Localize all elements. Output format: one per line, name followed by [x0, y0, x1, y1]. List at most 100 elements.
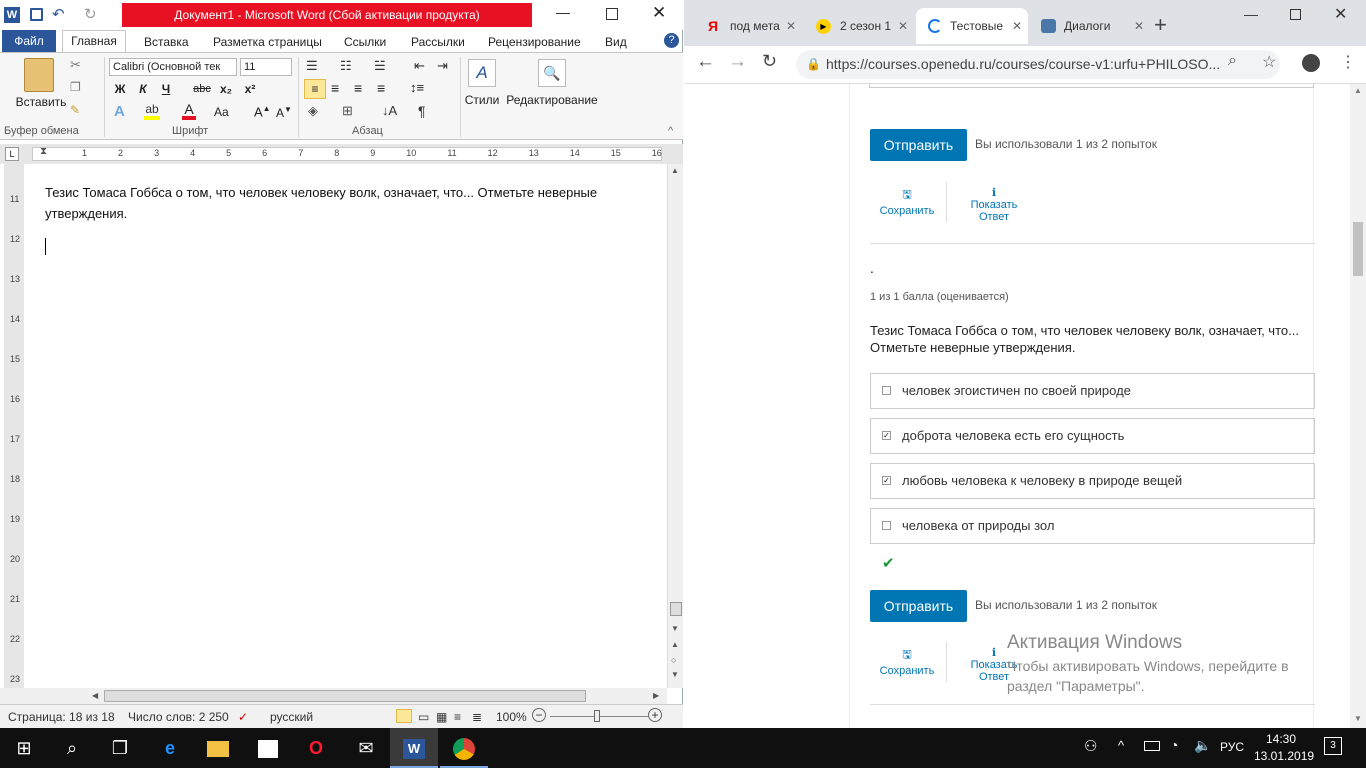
answer-option[interactable]: человек эгоистичен по своей природе — [870, 373, 1315, 409]
clock-date[interactable]: 13.01.2019 — [1254, 749, 1314, 763]
tab-view[interactable]: Вид — [597, 32, 635, 52]
sort-icon[interactable]: ↓A — [382, 103, 397, 118]
forward-icon[interactable]: → — [728, 51, 747, 73]
zoom-out-icon[interactable]: − — [532, 708, 546, 722]
checkbox-checked[interactable]: ✓ — [882, 476, 891, 485]
increase-indent-icon[interactable]: ⇥ — [437, 58, 448, 74]
align-center-icon[interactable]: ≡ — [331, 80, 339, 96]
prev-page-icon[interactable]: ▲ — [671, 640, 679, 649]
answer-option[interactable]: ✓ любовь человека к человеку в природе в… — [870, 463, 1315, 499]
highlight-icon[interactable]: ab — [144, 102, 160, 120]
notification-icon[interactable]: 3 — [1324, 737, 1342, 755]
close-icon[interactable]: ✕ — [1334, 4, 1347, 24]
browse-object-icon[interactable]: ○ — [671, 655, 676, 665]
styles-icon[interactable]: A — [468, 59, 496, 87]
battery-icon[interactable] — [1144, 741, 1160, 751]
checkbox-checked[interactable]: ✓ — [882, 431, 891, 440]
close-tab-icon[interactable]: ✕ — [786, 8, 796, 44]
close-tab-icon[interactable]: ✕ — [1134, 8, 1144, 44]
horizontal-scrollbar[interactable]: ◀ ▶ — [0, 688, 667, 704]
address-bar[interactable]: 🔒 https://courses.openedu.ru/courses/cou… — [796, 50, 1280, 79]
chrome-taskbar-icon[interactable] — [440, 728, 488, 768]
submit-button[interactable]: Отправить — [870, 590, 967, 622]
tab-home[interactable]: Главная — [62, 30, 126, 53]
checkbox[interactable] — [882, 521, 891, 530]
multilevel-list-icon[interactable]: ☱ — [374, 58, 386, 74]
collapse-ribbon-icon[interactable]: ^ — [668, 125, 673, 137]
close-tab-icon[interactable]: ✕ — [1012, 8, 1022, 44]
find-icon[interactable]: 🔍 — [538, 59, 566, 87]
menu-icon[interactable]: ⋮ — [1340, 52, 1356, 72]
draft-icon[interactable]: ≣ — [472, 710, 482, 724]
word-count[interactable]: Число слов: 2 250 — [128, 710, 229, 724]
font-color-icon[interactable]: A — [182, 101, 196, 120]
page-count[interactable]: Страница: 18 из 18 — [8, 710, 115, 724]
submit-button[interactable]: Отправить — [870, 129, 967, 161]
tab-insert[interactable]: Вставка — [136, 32, 197, 52]
reload-icon[interactable]: ↻ — [762, 51, 777, 72]
browser-tab[interactable]: Диалоги ✕ — [1030, 8, 1150, 44]
tab-references[interactable]: Ссылки — [336, 32, 394, 52]
explorer-icon[interactable] — [194, 728, 242, 768]
borders-icon[interactable]: ⊞ — [342, 103, 353, 119]
opera-icon[interactable]: O — [292, 728, 340, 768]
underline-button[interactable]: Ч — [156, 80, 176, 98]
shading-icon[interactable]: ◈ — [308, 103, 318, 119]
numbering-icon[interactable]: ☷ — [340, 58, 352, 74]
minimize-icon[interactable]: — — [556, 4, 570, 20]
profile-icon[interactable] — [1302, 54, 1320, 72]
shrink-font-icon[interactable]: A▼ — [276, 105, 292, 120]
task-view-icon[interactable]: ❐ — [96, 728, 144, 768]
close-icon[interactable]: ✕ — [652, 3, 666, 23]
checkbox[interactable] — [882, 386, 891, 395]
format-painter-icon[interactable]: ✎ — [70, 103, 80, 117]
save-icon[interactable] — [30, 8, 43, 21]
show-marks-icon[interactable]: ¶ — [418, 103, 426, 119]
full-screen-icon[interactable]: ▭ — [418, 710, 429, 724]
zoom-level[interactable]: 100% — [496, 710, 527, 724]
bookmark-star-icon[interactable]: ☆ — [1262, 52, 1276, 72]
horizontal-ruler[interactable]: L 1 2 3 4 5 6 7 8 9 10 11 12 13 14 15 16… — [0, 144, 683, 164]
font-size-select[interactable]: 11 — [240, 58, 292, 76]
answer-option[interactable]: человека от природы зол — [870, 508, 1315, 544]
scroll-up-icon[interactable]: ▲ — [1354, 86, 1362, 95]
word-app-icon[interactable]: W — [4, 7, 20, 23]
save-button[interactable]: 🖫 Сохранить — [878, 186, 936, 217]
store-icon[interactable] — [244, 728, 292, 768]
line-spacing-icon[interactable]: ↕≡ — [410, 80, 424, 95]
change-case-icon[interactable]: Aa — [214, 105, 229, 119]
show-answer-button[interactable]: ℹ Показать Ответ — [960, 186, 1028, 223]
document-text[interactable]: Тезис Томаса Гоббса о том, что человек ч… — [45, 182, 645, 224]
hscroll-thumb[interactable] — [104, 690, 586, 702]
scroll-thumb[interactable] — [670, 602, 682, 616]
copy-icon[interactable]: ❐ — [70, 80, 81, 94]
strikethrough-button[interactable]: abc — [192, 80, 212, 98]
text-effects-icon[interactable]: A — [114, 103, 125, 120]
outline-icon[interactable]: ≡ — [454, 710, 461, 724]
people-icon[interactable]: ⚇ — [1084, 737, 1097, 755]
input-language[interactable]: РУС — [1220, 740, 1244, 754]
redo-icon[interactable]: ↻ — [84, 5, 97, 23]
align-right-icon[interactable]: ≡ — [354, 80, 362, 96]
cut-icon[interactable]: ✂ — [70, 57, 81, 73]
scroll-right-icon[interactable]: ▶ — [653, 691, 659, 700]
scroll-down-icon[interactable]: ▼ — [671, 624, 679, 633]
align-left-icon[interactable]: ≡ — [304, 79, 326, 99]
edge-icon[interactable]: e — [146, 728, 194, 768]
zoom-search-icon[interactable]: ⌕ — [1228, 52, 1237, 70]
web-layout-icon[interactable]: ▦ — [436, 710, 447, 724]
clock-time[interactable]: 14:30 — [1266, 732, 1296, 746]
zoom-in-icon[interactable]: + — [648, 708, 662, 722]
tab-mailings[interactable]: Рассылки — [403, 32, 473, 52]
browser-tab[interactable]: Я под мета ✕ — [696, 8, 802, 44]
browser-tab[interactable]: ▶ 2 сезон 1 ✕ — [806, 8, 914, 44]
scroll-down-icon[interactable]: ▼ — [1354, 714, 1362, 723]
maximize-icon[interactable] — [606, 8, 618, 20]
paste-button[interactable]: Вставить — [12, 95, 70, 109]
browser-tab-active[interactable]: Тестовые ✕ — [916, 8, 1028, 44]
superscript-button[interactable]: x² — [240, 80, 260, 98]
indent-marker[interactable]: ⧗ — [40, 146, 47, 157]
italic-button[interactable]: К — [133, 80, 153, 98]
help-icon[interactable]: ? — [664, 33, 679, 48]
back-icon[interactable]: ← — [696, 51, 715, 73]
